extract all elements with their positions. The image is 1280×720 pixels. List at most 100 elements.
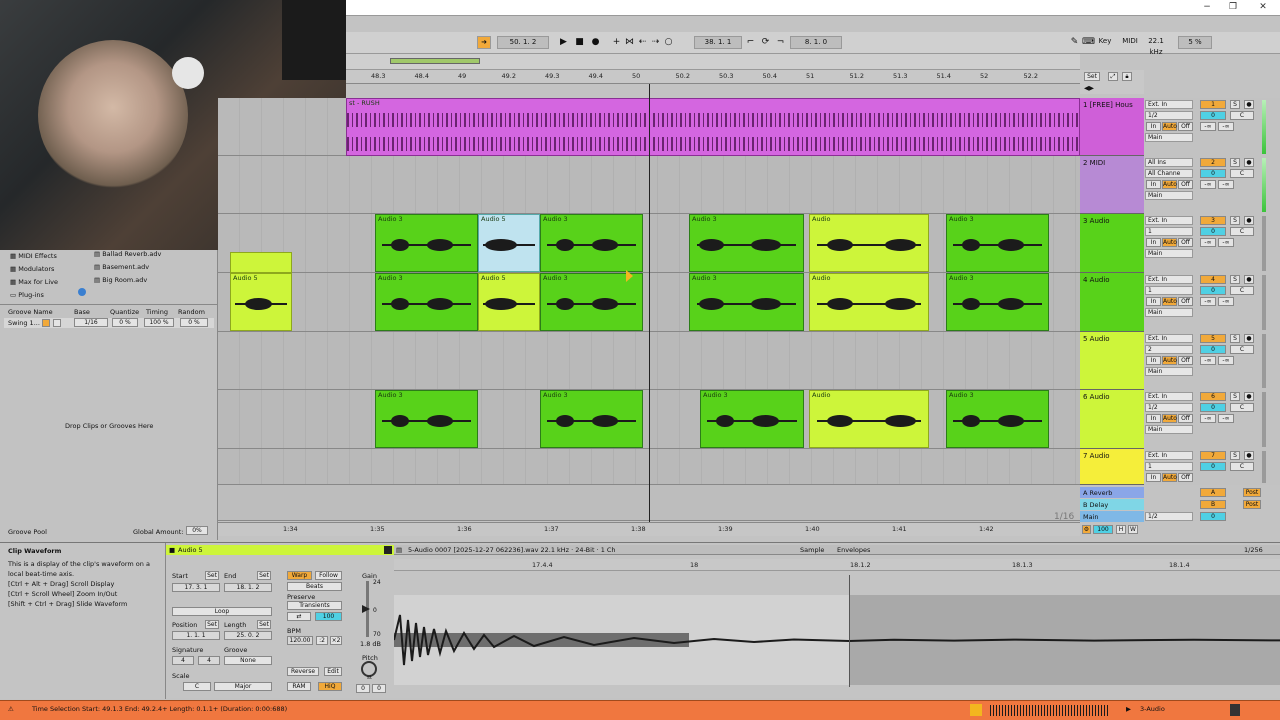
preserve-select[interactable]: Transients bbox=[287, 601, 342, 610]
track-name[interactable]: 5 Audio bbox=[1083, 335, 1110, 343]
track-input-channel[interactable]: 1/2 bbox=[1145, 111, 1193, 120]
track-volume[interactable]: 0 bbox=[1200, 169, 1226, 178]
loop-switch-icon[interactable]: ⟳ bbox=[759, 36, 772, 49]
track-input-type[interactable]: Ext. In bbox=[1145, 451, 1193, 460]
track-name[interactable]: 7 Audio bbox=[1083, 452, 1110, 460]
groove-drop-zone[interactable]: Drop Clips or Grooves Here bbox=[65, 422, 153, 430]
monitor-off-button[interactable]: Off bbox=[1178, 297, 1193, 306]
track-pan[interactable]: C bbox=[1230, 169, 1254, 178]
return-b-activator[interactable]: B bbox=[1200, 500, 1226, 509]
monitor-auto-button[interactable]: Auto bbox=[1162, 297, 1177, 306]
follow-button[interactable]: Follow bbox=[315, 571, 342, 580]
solo-button[interactable]: S bbox=[1230, 216, 1240, 225]
edit-button[interactable]: Edit bbox=[324, 667, 342, 676]
warning-icon[interactable] bbox=[970, 704, 982, 716]
solo-button[interactable]: S bbox=[1230, 334, 1240, 343]
pitch-semitones-field[interactable]: 0 bbox=[356, 684, 370, 693]
tab-envelopes[interactable]: Envelopes bbox=[837, 546, 870, 554]
clip-audio3[interactable]: Audio 3 bbox=[540, 390, 643, 448]
track-header[interactable]: 6 Audio bbox=[1080, 390, 1144, 449]
monitor-off-button[interactable]: Off bbox=[1178, 238, 1193, 247]
overdub-icon[interactable]: + bbox=[610, 36, 623, 49]
send-b[interactable]: -∞ bbox=[1218, 238, 1234, 247]
main-track[interactable]: Main bbox=[1080, 511, 1144, 522]
hiq-button[interactable]: HiQ bbox=[318, 682, 342, 691]
clip-audio3[interactable]: Audio 3 bbox=[946, 390, 1049, 448]
sample-ruler[interactable]: 17.4.4 18 18.1.2 18.1.3 18.1.4 bbox=[394, 559, 1280, 571]
track-header[interactable]: 2 MIDI bbox=[1080, 156, 1144, 214]
track-header[interactable]: 5 Audio bbox=[1080, 332, 1144, 390]
return-track-b[interactable]: B Delay bbox=[1080, 499, 1144, 510]
arrangement-settings-icon[interactable]: ⚙ bbox=[1082, 525, 1091, 534]
status-play-icon[interactable]: ▶ bbox=[1126, 705, 1131, 713]
browser-file[interactable]: ▤ Basement.adv bbox=[94, 263, 149, 271]
h-toggle[interactable]: H bbox=[1116, 525, 1126, 534]
track-activator[interactable]: 7 bbox=[1200, 451, 1226, 460]
position-set-button[interactable]: Set bbox=[205, 620, 219, 629]
track-activator[interactable]: 1 bbox=[1200, 100, 1226, 109]
signature-numerator[interactable]: 4 bbox=[172, 656, 194, 665]
track-output[interactable]: Main bbox=[1145, 308, 1193, 317]
reverse-button[interactable]: Reverse bbox=[287, 667, 319, 676]
draw-mode-icon[interactable]: ✎ bbox=[1068, 36, 1081, 49]
monitor-in-button[interactable]: In bbox=[1146, 356, 1161, 365]
browser-category-plug-ins[interactable]: ▭ Plug-ins bbox=[10, 291, 44, 299]
track-pan[interactable]: C bbox=[1230, 403, 1254, 412]
arm-button[interactable]: ● bbox=[1244, 334, 1254, 343]
warp-button[interactable]: Warp bbox=[287, 571, 312, 580]
track-name[interactable]: 6 Audio bbox=[1083, 393, 1110, 401]
tab-sample[interactable]: Sample bbox=[800, 546, 824, 554]
pitch-cents-field[interactable]: 0 bbox=[372, 684, 386, 693]
ram-button[interactable]: RAM bbox=[287, 682, 311, 691]
monitor-off-button[interactable]: Off bbox=[1178, 414, 1193, 423]
track-output[interactable]: Main bbox=[1145, 249, 1193, 258]
browser-category-modulators[interactable]: ▦ Modulators bbox=[10, 265, 54, 273]
track-activator[interactable]: 6 bbox=[1200, 392, 1226, 401]
send-b[interactable]: -∞ bbox=[1218, 180, 1234, 189]
clip-audio[interactable]: Audio bbox=[809, 214, 929, 272]
arm-button[interactable]: ● bbox=[1244, 158, 1254, 167]
send-b[interactable]: -∞ bbox=[1218, 297, 1234, 306]
clip-audio3[interactable]: Audio 3 bbox=[689, 214, 804, 272]
track-pan[interactable]: C bbox=[1230, 286, 1254, 295]
track-name[interactable]: 2 MIDI bbox=[1083, 159, 1105, 167]
signature-denominator[interactable]: 4 bbox=[198, 656, 220, 665]
track-name[interactable]: 4 Audio bbox=[1083, 276, 1110, 284]
track-output[interactable]: Main bbox=[1145, 425, 1193, 434]
clip-audio3[interactable]: Audio 3 bbox=[375, 214, 478, 272]
send-a[interactable]: -∞ bbox=[1200, 122, 1216, 131]
loop-length-field[interactable]: 8. 1. 0 bbox=[790, 36, 842, 49]
clip-audio-partial[interactable] bbox=[230, 252, 292, 273]
midi-map-button[interactable]: MIDI bbox=[1119, 36, 1141, 49]
track-header[interactable]: 4 Audio bbox=[1080, 273, 1144, 332]
groove-quantize-field[interactable]: 0 % bbox=[112, 318, 138, 327]
arm-button[interactable]: ● bbox=[1244, 216, 1254, 225]
send-a[interactable]: -∞ bbox=[1200, 297, 1216, 306]
reenable-automation-icon[interactable]: ⇠ bbox=[636, 36, 649, 49]
return-b-post-button[interactable]: Post bbox=[1243, 500, 1261, 509]
track-output[interactable]: Main bbox=[1145, 367, 1193, 376]
solo-button[interactable]: S bbox=[1230, 451, 1240, 460]
monitor-auto-button[interactable]: Auto bbox=[1162, 180, 1177, 189]
main-volume[interactable]: 0 bbox=[1200, 512, 1226, 521]
track-pan[interactable]: C bbox=[1230, 345, 1254, 354]
capture-midi-icon[interactable]: ⇢ bbox=[649, 36, 662, 49]
monitor-in-button[interactable]: In bbox=[1146, 180, 1161, 189]
warp-mode-select[interactable]: Beats bbox=[287, 582, 342, 591]
start-field[interactable]: 17. 3. 1 bbox=[172, 583, 220, 592]
main-output-channel[interactable]: 1/2 bbox=[1145, 512, 1193, 521]
monitor-auto-button[interactable]: Auto bbox=[1162, 473, 1177, 482]
clip-audio3[interactable]: Audio 3 bbox=[375, 273, 478, 331]
monitor-in-button[interactable]: In bbox=[1146, 414, 1161, 423]
track-activator[interactable]: 3 bbox=[1200, 216, 1226, 225]
groove-row[interactable]: Swing 1... 1/16 0 % 100 % 0 % bbox=[4, 318, 214, 328]
send-b[interactable]: -∞ bbox=[1218, 356, 1234, 365]
lock-icon[interactable]: 🔒︎ bbox=[1122, 72, 1132, 81]
monitor-auto-button[interactable]: Auto bbox=[1162, 356, 1177, 365]
follow-icon[interactable]: ➜ bbox=[477, 36, 491, 49]
monitor-auto-button[interactable]: Auto bbox=[1162, 122, 1177, 131]
monitor-off-button[interactable]: Off bbox=[1178, 180, 1193, 189]
overview-strip[interactable] bbox=[346, 54, 1080, 70]
arm-button[interactable]: ● bbox=[1244, 392, 1254, 401]
arm-button[interactable]: ● bbox=[1244, 451, 1254, 460]
